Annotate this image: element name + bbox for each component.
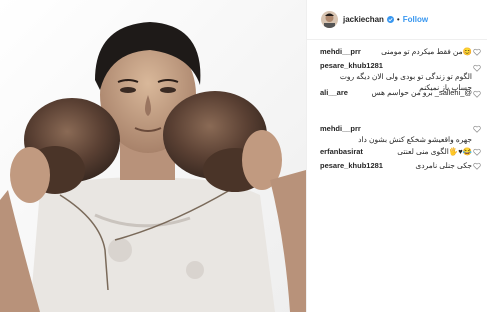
heart-icon[interactable]	[473, 64, 481, 72]
heart-icon[interactable]	[473, 148, 481, 156]
comment-username[interactable]: mehdi__prr	[320, 123, 472, 134]
comment-item: pesare_khub1281 جکی جنلی نامردی	[320, 160, 472, 171]
comment-text: 😊من فقط میکردم تو مومنی	[381, 47, 472, 56]
avatar[interactable]	[321, 11, 338, 28]
verified-badge-icon	[386, 16, 394, 23]
comment-item: ali__are @_sallehi_ برو من حواسم هس	[320, 87, 472, 98]
post-sidebar: jackiechan • Follow mehdi__prr 😊من فقط م…	[306, 0, 487, 312]
heart-icon[interactable]	[473, 90, 481, 98]
comment-text: 😂♥🖐الگوی منی لعنتی	[397, 147, 472, 156]
heart-icon[interactable]	[473, 162, 481, 170]
comment-text: @_sallehi_ برو من حواسم هس	[371, 88, 472, 97]
post-header: jackiechan • Follow	[307, 0, 487, 40]
heart-icon[interactable]	[473, 125, 481, 133]
comment-username[interactable]: pesare_khub1281	[320, 60, 472, 71]
heart-icon[interactable]	[473, 48, 481, 56]
comment-item: mehdi__prr جهره واقعیشو شخکع کنش بشون دا…	[320, 123, 472, 145]
comment-item: erfanbasirat 😂♥🖐الگوی منی لعنتی	[320, 146, 472, 157]
username[interactable]: jackiechan	[343, 15, 384, 24]
comment-text: جهره واقعیشو شخکع کنش بشون داد	[358, 135, 472, 144]
comment-username[interactable]: pesare_khub1281	[320, 160, 383, 171]
separator-dot: •	[396, 15, 400, 24]
post-photo[interactable]	[0, 0, 306, 312]
follow-button[interactable]: Follow	[403, 15, 428, 24]
comment-username[interactable]: erfanbasirat	[320, 146, 363, 157]
comment-username[interactable]: ali__are	[320, 87, 348, 98]
comment-username[interactable]: mehdi__prr	[320, 46, 361, 57]
instagram-post: jackiechan • Follow mehdi__prr 😊من فقط م…	[0, 0, 487, 312]
comment-text: جکی جنلی نامردی	[415, 161, 472, 170]
jackie-chan-boxing-photo	[0, 0, 306, 312]
comment-item: mehdi__prr 😊من فقط میکردم تو مومنی	[320, 46, 472, 57]
